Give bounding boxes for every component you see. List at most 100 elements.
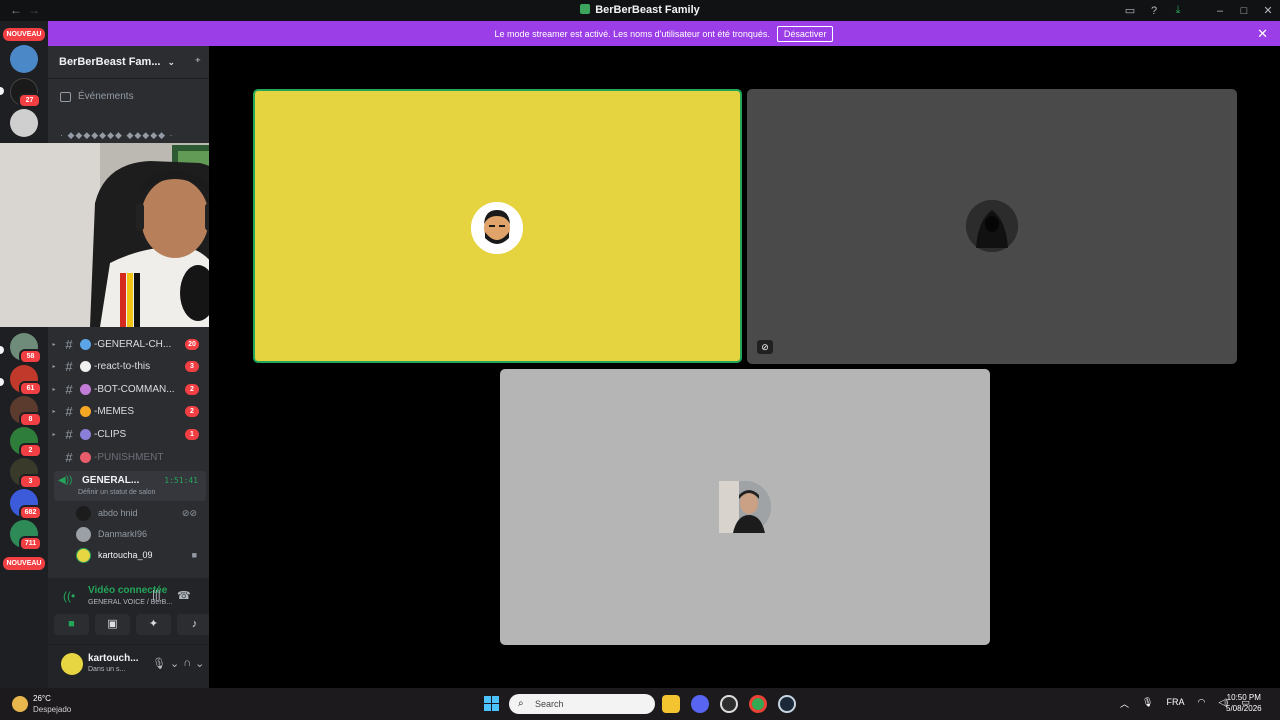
server-icon[interactable]: 711 — [10, 520, 42, 551]
calendar-icon — [60, 91, 71, 102]
soundboard-button[interactable]: ♪ — [177, 614, 212, 635]
channel-punishment[interactable]: # -PUNISHMENT — [48, 447, 209, 468]
username[interactable]: kartouch... — [88, 653, 140, 664]
close-banner-icon[interactable]: ✕ — [1257, 26, 1268, 42]
avatar-photo — [719, 481, 771, 533]
start-button[interactable] — [484, 696, 499, 711]
channel-emoji-icon — [80, 452, 91, 463]
invite-user-icon[interactable]: ⁺ — [195, 55, 201, 69]
avatar — [76, 505, 91, 521]
voice-user[interactable]: abdo hnid ⊘⊘ — [76, 503, 204, 523]
avatar — [966, 200, 1018, 252]
avatar-illustration — [471, 202, 523, 254]
chevron-up-icon[interactable]: ︿ — [1120, 697, 1129, 710]
microphone-icon[interactable]: 🎙 — [1142, 697, 1153, 710]
server-icon[interactable] — [10, 45, 38, 73]
server-icon[interactable]: 8 — [10, 396, 42, 427]
screen-share-button[interactable]: ▣ — [95, 614, 130, 635]
discord-icon[interactable] — [691, 695, 709, 713]
steam-icon[interactable] — [778, 695, 796, 713]
avatar — [76, 526, 91, 542]
channel-react-to-this[interactable]: ▸ # -react-to-this 3 — [48, 356, 209, 377]
caret-icon: ▸ — [52, 432, 56, 438]
search-icon: ⌕ — [518, 698, 524, 709]
clock-date: 5/08/2026 — [1226, 704, 1262, 713]
chevron-down-icon[interactable]: ⌄ — [170, 657, 179, 670]
avatar — [719, 481, 771, 533]
hash-icon: # — [65, 450, 73, 465]
tile-danmark[interactable] — [500, 369, 990, 645]
streamer-mode-banner: Le mode streamer est activé. Les noms d'… — [48, 21, 1280, 46]
server-icon[interactable]: 3 — [10, 458, 42, 489]
voice-channel-general[interactable]: ◀)) GENERAL... 1:51:41 Définir un statut… — [54, 471, 206, 501]
mention-badge: 1 — [185, 429, 199, 440]
server-icon[interactable]: 2 — [10, 427, 42, 458]
hash-icon: # — [65, 359, 73, 374]
server-icon[interactable] — [10, 109, 38, 137]
wifi-icon[interactable]: ◠ — [1197, 697, 1205, 710]
server-list: NOUVEAU 27 58 61 8 2 3 682 711 NOUVEAU — [0, 21, 48, 688]
category-header[interactable]: · ◆◆◆◆◆◆◆ ◆◆◆◆◆ · — [60, 130, 174, 141]
camera-button[interactable]: ■ — [54, 614, 89, 635]
weather-condition: Despejado — [33, 705, 72, 714]
headphones-icon[interactable]: ∩ — [183, 657, 191, 670]
inbox-icon[interactable]: ▭ — [1118, 4, 1142, 17]
tile-kartoucha[interactable] — [253, 89, 742, 363]
guild-name: BerBerBeast Fam... — [59, 56, 161, 68]
events-link[interactable]: Événements — [60, 91, 134, 102]
maximize-icon[interactable]: □ — [1232, 5, 1256, 17]
chrome-icon[interactable] — [749, 695, 767, 713]
channel-bot-commands[interactable]: ▸ # -BOT-COMMAN... 2 — [48, 379, 209, 400]
channel-general-chat[interactable]: ▸ # -GENERAL-CH... 20 — [48, 334, 209, 355]
nouveau-badge: NOUVEAU — [3, 28, 45, 41]
disable-streamer-button[interactable]: Désactiver — [776, 25, 834, 42]
server-icon[interactable]: 58 — [10, 333, 42, 364]
hooded-figure-icon — [966, 200, 1018, 252]
voice-channel-name: GENERAL... — [82, 475, 140, 486]
clock[interactable]: 10:50 PM 5/08/2026 — [1226, 693, 1262, 713]
download-icon[interactable]: ⤓ — [1166, 4, 1190, 17]
file-explorer-icon[interactable] — [662, 695, 680, 713]
disconnect-icon[interactable]: ☎ — [177, 589, 191, 602]
unread-pill — [0, 378, 4, 386]
minimize-icon[interactable]: – — [1208, 5, 1232, 17]
obs-icon[interactable] — [720, 695, 738, 713]
banner-text: Le mode streamer est activé. Les noms d'… — [494, 28, 770, 39]
server-icon[interactable]: 682 — [10, 489, 42, 520]
chevron-down-icon[interactable]: ⌄ — [195, 657, 204, 670]
close-window-icon[interactable]: ✕ — [1256, 4, 1280, 17]
help-icon[interactable]: ? — [1142, 5, 1166, 17]
chevron-down-icon: ⌄ — [167, 56, 176, 67]
channel-emoji-icon — [80, 429, 91, 440]
server-logo-icon — [580, 4, 591, 14]
voice-user[interactable]: DanmarkI96 — [76, 524, 204, 544]
taskbar-search[interactable]: ⌕ Search — [509, 694, 655, 714]
channel-clips[interactable]: ▸ # -CLIPS 1 — [48, 424, 209, 445]
hash-icon: # — [65, 427, 73, 442]
call-stage: ⊘ — [209, 46, 1280, 688]
caret-icon: ▸ — [52, 387, 56, 393]
unread-pill — [0, 87, 4, 95]
hash-icon: # — [65, 404, 73, 419]
weather-moon-icon[interactable] — [12, 696, 28, 712]
avatar — [471, 202, 523, 254]
mention-badge: 2 — [185, 384, 199, 395]
window-title: BerBerBeast Family — [0, 4, 1280, 16]
voice-status[interactable]: Définir un statut de salon — [78, 489, 155, 496]
avatar[interactable] — [61, 653, 83, 675]
user-status: Dans un s... — [88, 666, 126, 673]
hidden-video-icon[interactable]: ⊘ — [757, 340, 773, 354]
server-icon[interactable]: 61 — [10, 365, 42, 396]
unread-pill — [0, 346, 4, 354]
language-indicator[interactable]: FRA — [1166, 697, 1184, 710]
events-label: Événements — [78, 91, 134, 102]
server-icon[interactable]: 27 — [10, 78, 41, 108]
channel-emoji-icon — [80, 406, 91, 417]
voice-user[interactable]: kartoucha_09 ■ — [76, 545, 204, 565]
microphone-icon[interactable]: 🎙 — [152, 657, 166, 670]
activities-button[interactable]: ✦ — [136, 614, 171, 635]
channel-memes[interactable]: ▸ # -MEMES 2 — [48, 401, 209, 422]
tile-abdo[interactable]: ⊘ — [747, 89, 1237, 364]
noise-suppression-icon[interactable]: ||| — [152, 589, 161, 601]
guild-header[interactable]: BerBerBeast Fam... ⌄ ⁺ — [48, 46, 209, 79]
